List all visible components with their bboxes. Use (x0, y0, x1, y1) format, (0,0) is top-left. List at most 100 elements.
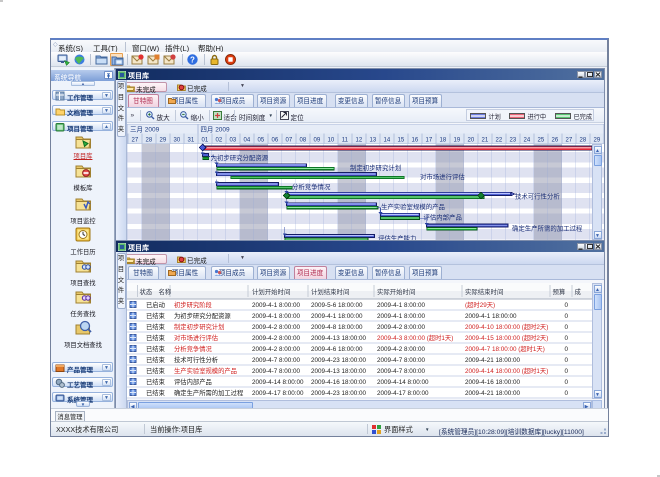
svg-text:对市场进行评估: 对市场进行评估 (420, 172, 465, 181)
svg-text:2009-4-3 8:00:00 (超时1天): 2009-4-3 8:00:00 (超时1天) (377, 333, 453, 342)
svg-text:2009-4-14 18:00:00 (超时1天): 2009-4-14 18:00:00 (超时1天) (465, 366, 548, 375)
svg-text:已结束: 已结束 (146, 388, 166, 397)
svg-text:制定初步研究计划: 制定初步研究计划 (174, 322, 224, 331)
svg-text:2009-4-1 18:00:00: 2009-4-1 18:00:00 (311, 313, 363, 320)
svg-text:已结束: 已结束 (146, 311, 166, 320)
svg-text:已结束: 已结束 (146, 333, 166, 342)
svg-text:2009-4-15 18:00:00 (超时2天): 2009-4-15 18:00:00 (超时2天) (465, 333, 548, 342)
svg-text:20: 20 (468, 138, 475, 144)
svg-text:2009-4-6 18:00:00: 2009-4-6 18:00:00 (311, 346, 363, 353)
svg-text:13: 13 (370, 138, 377, 144)
svg-text:为初步研究分配资源: 为初步研究分配资源 (211, 153, 269, 162)
svg-text:2009-4-2 8:00:00: 2009-4-2 8:00:00 (252, 335, 300, 342)
svg-text:2009-4-23 18:00:00: 2009-4-23 18:00:00 (311, 357, 366, 364)
svg-text:为初步研究分配资源: 为初步研究分配资源 (174, 311, 231, 320)
svg-text:27: 27 (132, 138, 139, 144)
svg-text:2009-4-1 8:00:00: 2009-4-1 8:00:00 (377, 313, 425, 320)
svg-text:28: 28 (580, 138, 587, 144)
svg-text:22: 22 (496, 138, 503, 144)
svg-text:2009-4-21 18:00:00: 2009-4-21 18:00:00 (465, 357, 520, 364)
svg-text:评估内部产品: 评估内部产品 (174, 377, 212, 386)
svg-text:2009-4-1 8:00:00: 2009-4-1 8:00:00 (377, 302, 425, 309)
svg-text:状态: 状态 (140, 287, 153, 296)
svg-text:09: 09 (314, 138, 321, 144)
svg-text:对市场进行评估: 对市场进行评估 (174, 333, 219, 342)
svg-text:计划开始时间: 计划开始时间 (252, 287, 290, 296)
svg-text:2009-4-2 8:00:00: 2009-4-2 8:00:00 (377, 324, 425, 331)
svg-text:2009-4-2 8:00:00: 2009-4-2 8:00:00 (377, 346, 425, 353)
svg-text:2009-4-17 8:00:00: 2009-4-17 8:00:00 (252, 390, 304, 397)
svg-text:生产实验室规模的产品: 生产实验室规模的产品 (381, 202, 445, 211)
svg-text:10: 10 (328, 138, 335, 144)
svg-text:2009-4-7 8:00:00: 2009-4-7 8:00:00 (377, 368, 425, 375)
svg-text:?: ? (190, 55, 195, 64)
svg-text:0: 0 (564, 335, 568, 342)
svg-text:17: 17 (426, 138, 433, 144)
svg-text:2009-4-14 8:00:00: 2009-4-14 8:00:00 (377, 379, 429, 386)
svg-text:名称: 名称 (159, 287, 172, 296)
svg-text:0: 0 (564, 368, 568, 375)
svg-text:07: 07 (286, 138, 293, 144)
svg-text:2009-4-7 8:00:00: 2009-4-7 8:00:00 (252, 357, 300, 364)
svg-text:确定生产所需的加工过程: 确定生产所需的加工过程 (512, 223, 583, 232)
svg-text:0: 0 (564, 357, 568, 364)
svg-text:2009-4-8 18:00:00: 2009-4-8 18:00:00 (311, 324, 363, 331)
svg-text:21: 21 (482, 138, 489, 144)
svg-text:19: 19 (454, 138, 461, 144)
svg-text:15: 15 (398, 138, 405, 144)
svg-text:08: 08 (300, 138, 307, 144)
svg-text:0: 0 (564, 379, 568, 386)
svg-text:生产实验室规模的产品: 生产实验室规模的产品 (174, 366, 237, 375)
svg-text:制定初步研究计划: 制定初步研究计划 (350, 163, 401, 172)
svg-text:05: 05 (258, 138, 265, 144)
svg-text:26: 26 (552, 138, 559, 144)
svg-text:2009-4-1 18:00:00: 2009-4-1 18:00:00 (465, 313, 517, 320)
svg-text:31: 31 (188, 138, 195, 144)
svg-text:01: 01 (202, 138, 209, 144)
svg-text:2009-4-16 18:00:00: 2009-4-16 18:00:00 (465, 379, 520, 386)
svg-text:实际开始时间: 实际开始时间 (377, 287, 415, 296)
svg-text:27: 27 (566, 138, 573, 144)
svg-text:2009-4-2 8:00:00: 2009-4-2 8:00:00 (252, 324, 300, 331)
svg-text:分析竞争情况: 分析竞争情况 (292, 182, 331, 191)
svg-text:评估内部产品: 评估内部产品 (424, 213, 462, 222)
svg-text:已结束: 已结束 (146, 344, 166, 353)
svg-text:12: 12 (356, 138, 363, 144)
svg-text:确定生产所需的加工过程: 确定生产所需的加工过程 (174, 388, 244, 397)
svg-text:2009-4-13 18:00:00: 2009-4-13 18:00:00 (311, 368, 366, 375)
svg-text:0: 0 (564, 324, 568, 331)
svg-text:已结束: 已结束 (146, 322, 166, 331)
svg-text:28: 28 (146, 138, 153, 144)
svg-text:实际结束时间: 实际结束时间 (465, 287, 503, 296)
svg-text:成: 成 (575, 287, 582, 296)
svg-text:29: 29 (594, 138, 601, 144)
svg-text:已结束: 已结束 (146, 366, 166, 375)
svg-text:已结束: 已结束 (146, 377, 166, 386)
svg-text:30: 30 (174, 138, 181, 144)
svg-text:2009-4-10 18:00:00 (超时2天): 2009-4-10 18:00:00 (超时2天) (465, 322, 548, 331)
svg-text:0: 0 (564, 390, 568, 397)
svg-text:2009-4-21 18:00:00: 2009-4-21 18:00:00 (465, 390, 520, 397)
svg-text:18: 18 (440, 138, 447, 144)
svg-text:预算: 预算 (553, 287, 566, 296)
svg-text:24: 24 (524, 138, 531, 144)
svg-text:技术可行性分析: 技术可行性分析 (515, 192, 560, 201)
svg-text:23: 23 (510, 138, 517, 144)
svg-text:四月 2009: 四月 2009 (200, 126, 230, 134)
svg-text:16: 16 (412, 138, 419, 144)
svg-text:(超时29天): (超时29天) (465, 300, 495, 309)
svg-text:计划结束时间: 计划结束时间 (311, 287, 349, 296)
svg-text:03: 03 (230, 138, 237, 144)
svg-text:2009-4-16 18:00:00: 2009-4-16 18:00:00 (311, 379, 366, 386)
svg-text:2009-5-6 18:00:00: 2009-5-6 18:00:00 (311, 302, 363, 309)
svg-text:2009-4-1 8:00:00: 2009-4-1 8:00:00 (252, 313, 300, 320)
svg-text:04: 04 (244, 138, 251, 144)
svg-text:初步研究阶段: 初步研究阶段 (174, 300, 212, 309)
svg-text:三月 2009: 三月 2009 (130, 126, 160, 134)
svg-text:2009-4-7 8:00:00: 2009-4-7 8:00:00 (377, 357, 425, 364)
svg-text:2009-4-7 18:00:00 (超时1天): 2009-4-7 18:00:00 (超时1天) (465, 344, 545, 353)
svg-text:25: 25 (538, 138, 545, 144)
svg-text:02: 02 (216, 138, 223, 144)
svg-text:2009-4-2 8:00:00: 2009-4-2 8:00:00 (252, 346, 300, 353)
svg-text:11: 11 (342, 138, 349, 144)
